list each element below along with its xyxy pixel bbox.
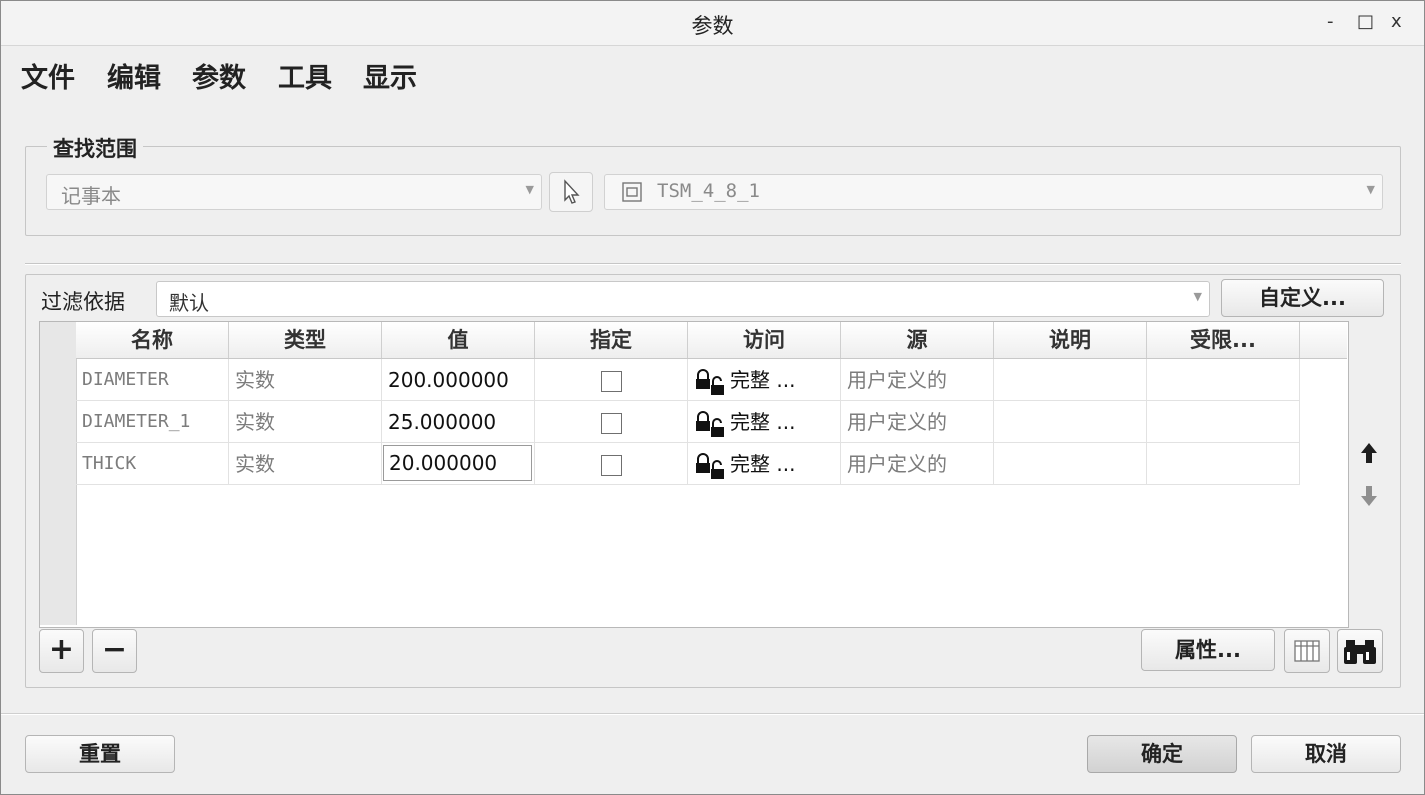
- param-value[interactable]: 25.000000: [382, 401, 535, 443]
- chevron-down-icon: ▼: [1366, 183, 1375, 196]
- column-header-type[interactable]: 类型: [229, 322, 382, 358]
- customize-button[interactable]: 自定义...: [1221, 279, 1384, 317]
- column-header-restricted[interactable]: 受限...: [1147, 322, 1300, 358]
- object-type-value: 记事本: [61, 184, 121, 208]
- param-type[interactable]: 实数: [229, 359, 382, 401]
- restricted-cell[interactable]: [1147, 359, 1300, 401]
- title-bar: 参数 - □ x: [1, 1, 1424, 46]
- description-cell[interactable]: [994, 401, 1147, 443]
- menu-file[interactable]: 文件: [21, 56, 75, 95]
- footer-divider: [1, 713, 1424, 715]
- arrow-up-icon[interactable]: [1358, 441, 1380, 465]
- properties-button[interactable]: 属性...: [1141, 629, 1275, 671]
- minimize-button[interactable]: -: [1327, 11, 1334, 32]
- cursor-select-icon: [564, 179, 580, 204]
- model-value: TSM_4_8_1: [657, 180, 760, 202]
- section-divider: [25, 263, 1401, 265]
- chevron-down-icon: ▼: [1193, 290, 1202, 303]
- model-combo[interactable]: TSM_4_8_1 ▼: [604, 174, 1383, 210]
- reset-button[interactable]: 重置: [25, 735, 175, 773]
- search-scope-label: 查找范围: [47, 133, 143, 163]
- select-model-button[interactable]: [549, 172, 593, 212]
- column-header-access[interactable]: 访问: [688, 322, 841, 358]
- param-name[interactable]: DIAMETER: [76, 359, 229, 401]
- lock-icon: [696, 452, 724, 479]
- filter-label: 过滤依据: [41, 290, 125, 314]
- access-text: 完整 ...: [730, 452, 796, 476]
- columns-icon: [1294, 640, 1320, 662]
- restricted-cell[interactable]: [1147, 443, 1300, 485]
- menu-bar: 文件 编辑 参数 工具 显示: [1, 46, 1424, 104]
- chevron-down-icon: ▼: [525, 183, 534, 196]
- column-header-value[interactable]: 值: [382, 322, 535, 358]
- description-cell[interactable]: [994, 359, 1147, 401]
- designate-cell: [535, 401, 688, 443]
- access-text: 完整 ...: [730, 368, 796, 392]
- menu-parameters[interactable]: 参数: [192, 56, 246, 95]
- designate-checkbox[interactable]: [600, 455, 622, 476]
- source-cell[interactable]: 用户定义的: [841, 401, 994, 443]
- row-header-column: [40, 322, 77, 625]
- access-text: 完整 ...: [730, 410, 796, 434]
- access-cell[interactable]: 完整 ...: [688, 401, 841, 443]
- param-name[interactable]: THICK: [76, 443, 229, 485]
- menu-display[interactable]: 显示: [363, 56, 417, 95]
- menu-tools[interactable]: 工具: [278, 56, 332, 95]
- add-parameter-button[interactable]: +: [39, 629, 84, 673]
- table-header: 名称 类型 值 指定 访问 源 说明 受限...: [76, 322, 1347, 359]
- filter-combo[interactable]: 默认 ▼: [156, 281, 1210, 317]
- column-header-source[interactable]: 源: [841, 322, 994, 358]
- param-type[interactable]: 实数: [229, 401, 382, 443]
- designate-cell: [535, 443, 688, 485]
- column-header-name[interactable]: 名称: [76, 322, 229, 358]
- description-cell[interactable]: [994, 443, 1147, 485]
- param-name[interactable]: DIAMETER_1: [76, 401, 229, 443]
- lock-icon: [696, 368, 724, 395]
- value-cell-editing: [382, 443, 535, 485]
- remove-parameter-button[interactable]: −: [92, 629, 137, 673]
- window-title: 参数: [691, 14, 734, 38]
- restricted-cell[interactable]: [1147, 401, 1300, 443]
- column-header-designate[interactable]: 指定: [535, 322, 688, 358]
- param-value-input[interactable]: [383, 445, 532, 481]
- source-cell[interactable]: 用户定义的: [841, 359, 994, 401]
- source-cell[interactable]: 用户定义的: [841, 443, 994, 485]
- designate-checkbox[interactable]: [600, 371, 622, 392]
- lock-icon: [696, 410, 724, 437]
- parameters-table: 名称 类型 值 指定 访问 源 说明 受限... DIAMETER 实数 200…: [39, 321, 1349, 628]
- parameters-dialog: 参数 - □ x 文件 编辑 参数 工具 显示 查找范围 记事本 ▼ TSM_4…: [0, 0, 1425, 795]
- param-value[interactable]: 200.000000: [382, 359, 535, 401]
- binoculars-icon: [1344, 640, 1376, 664]
- ok-button[interactable]: 确定: [1087, 735, 1237, 773]
- designate-cell: [535, 359, 688, 401]
- object-type-combo[interactable]: 记事本 ▼: [46, 174, 542, 210]
- maximize-button[interactable]: □: [1357, 11, 1374, 32]
- arrow-down-icon[interactable]: [1358, 484, 1380, 508]
- find-button[interactable]: [1337, 629, 1383, 673]
- cancel-button[interactable]: 取消: [1251, 735, 1401, 773]
- access-cell[interactable]: 完整 ...: [688, 443, 841, 485]
- columns-button[interactable]: [1284, 629, 1330, 673]
- model-icon: [622, 182, 642, 202]
- param-type[interactable]: 实数: [229, 443, 382, 485]
- designate-checkbox[interactable]: [600, 413, 622, 434]
- column-header-description[interactable]: 说明: [994, 322, 1147, 358]
- filter-value: 默认: [169, 291, 209, 315]
- access-cell[interactable]: 完整 ...: [688, 359, 841, 401]
- close-button[interactable]: x: [1391, 11, 1402, 32]
- menu-edit[interactable]: 编辑: [107, 56, 161, 95]
